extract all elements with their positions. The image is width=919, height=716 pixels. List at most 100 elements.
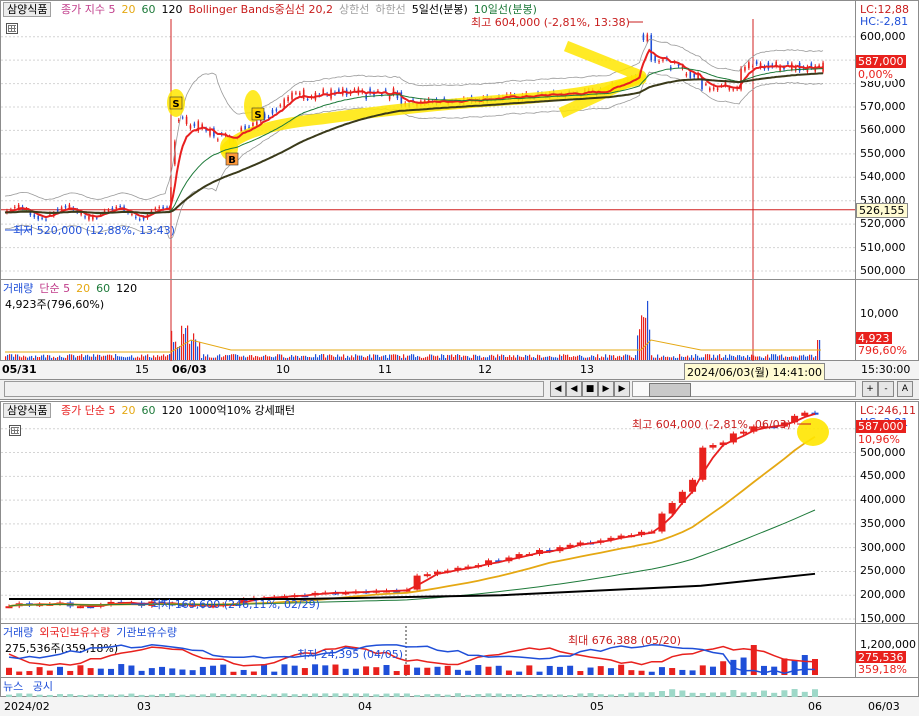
candle-body bbox=[654, 55, 656, 62]
volume-bar bbox=[77, 665, 84, 675]
volume-bar bbox=[7, 354, 9, 360]
volume-bar bbox=[505, 670, 512, 675]
volume-bar bbox=[347, 355, 349, 360]
y-tick-label: 350,000 bbox=[860, 516, 906, 530]
volume-bar bbox=[546, 665, 553, 675]
horizontal-scrollbar[interactable] bbox=[4, 381, 544, 397]
volume-bar bbox=[349, 357, 351, 360]
volume-bar bbox=[628, 670, 635, 675]
volume-pct-badge: 796,60% bbox=[856, 344, 909, 357]
candle-body bbox=[689, 71, 692, 78]
candle-body bbox=[388, 95, 391, 100]
candle-body bbox=[787, 62, 789, 64]
zoom-in-button[interactable]: + bbox=[862, 381, 878, 397]
candle-body bbox=[291, 92, 293, 100]
volume-bar bbox=[161, 355, 163, 360]
volume-bar bbox=[429, 354, 431, 360]
candle-body bbox=[658, 61, 660, 63]
volume-bar bbox=[591, 355, 593, 360]
volume-bar bbox=[41, 355, 43, 360]
volume-bar bbox=[269, 356, 271, 360]
volume-bar bbox=[227, 355, 229, 360]
volume-bar bbox=[275, 356, 277, 360]
volume-bar bbox=[361, 355, 363, 360]
volume-bar bbox=[711, 357, 713, 360]
candle-body bbox=[705, 83, 707, 85]
volume-bar bbox=[195, 339, 197, 360]
candle-body bbox=[338, 89, 340, 93]
volume-bar bbox=[573, 356, 575, 360]
volume-bar bbox=[221, 357, 223, 360]
volume-bar bbox=[533, 357, 535, 360]
volume-bar bbox=[633, 357, 635, 360]
volume-bar bbox=[783, 357, 785, 360]
min-annotation: 최저 24,395 (04/05) bbox=[297, 648, 403, 661]
intraday-volume-plot bbox=[5, 280, 821, 362]
volume-bar bbox=[83, 357, 85, 360]
volume-bar bbox=[305, 355, 307, 360]
zoom-slider-thumb[interactable] bbox=[649, 383, 691, 397]
volume-bar bbox=[447, 354, 449, 360]
volume-bar bbox=[513, 355, 515, 360]
volume-bar bbox=[67, 355, 69, 360]
volume-bar bbox=[179, 345, 181, 360]
y-tick-label: 200,000 bbox=[860, 588, 906, 602]
volume-bar bbox=[755, 356, 757, 360]
zoom-out-button[interactable]: - bbox=[878, 381, 894, 397]
volume-bar bbox=[519, 356, 521, 360]
candle-body bbox=[64, 206, 67, 208]
volume-bar bbox=[791, 660, 798, 675]
min-annotation: 최저 520,000 (12,88%, 13:43) bbox=[13, 224, 175, 237]
volume-bar bbox=[536, 671, 543, 675]
volume-bar bbox=[363, 356, 365, 360]
volume-bar bbox=[128, 665, 135, 675]
candle-body bbox=[217, 139, 219, 141]
volume-bar bbox=[107, 354, 109, 360]
volume-bar bbox=[414, 667, 421, 675]
volume-bar bbox=[315, 354, 317, 360]
scroll-left-button[interactable]: ◀ bbox=[550, 381, 566, 397]
intraday-x-axis: 2024/06/03(월) 14:41:00 15:30:00 05/31 15 0… bbox=[0, 361, 919, 381]
volume-bar bbox=[365, 357, 367, 360]
volume-bar bbox=[621, 357, 623, 360]
y-tick-label: 550,000 bbox=[860, 146, 906, 160]
volume-bar bbox=[483, 357, 485, 360]
volume-bar bbox=[125, 357, 127, 360]
volume-bar bbox=[593, 355, 595, 360]
volume-bar bbox=[379, 357, 381, 360]
volume-bar bbox=[399, 355, 401, 360]
volume-bar bbox=[393, 354, 395, 360]
volume-bar bbox=[312, 664, 319, 675]
ma20-line bbox=[8, 436, 816, 608]
candle-body bbox=[154, 208, 157, 210]
volume-bar bbox=[250, 671, 257, 675]
candle-body bbox=[193, 123, 196, 127]
volume-bar bbox=[507, 356, 509, 360]
volume-bar bbox=[311, 357, 313, 360]
volume-bar bbox=[655, 357, 657, 360]
volume-bar bbox=[583, 357, 585, 360]
play-button[interactable]: ▶ bbox=[598, 381, 614, 397]
stop-button[interactable]: ■ bbox=[582, 381, 598, 397]
candle-body bbox=[37, 216, 39, 220]
volume-bar bbox=[115, 354, 117, 360]
volume-bar bbox=[575, 356, 577, 360]
volume-bar bbox=[249, 355, 251, 360]
candle-body bbox=[283, 99, 285, 108]
volume-bar bbox=[109, 354, 111, 360]
volume-bar bbox=[169, 354, 171, 360]
volume-bar bbox=[327, 355, 329, 360]
volume-bar bbox=[45, 357, 47, 360]
auto-scale-button[interactable]: A bbox=[897, 381, 913, 397]
volume-bar bbox=[793, 356, 795, 360]
volume-bar bbox=[210, 665, 217, 675]
volume-bar bbox=[63, 357, 65, 360]
x-axis-label: 13 bbox=[580, 363, 594, 376]
volume-bar bbox=[787, 356, 789, 360]
volume-bar bbox=[335, 357, 337, 360]
step-left-button[interactable]: ◀ bbox=[566, 381, 582, 397]
volume-bar bbox=[247, 356, 249, 360]
volume-bar bbox=[127, 356, 129, 360]
zoom-slider[interactable] bbox=[632, 381, 856, 397]
step-right-button[interactable]: ▶ bbox=[614, 381, 630, 397]
